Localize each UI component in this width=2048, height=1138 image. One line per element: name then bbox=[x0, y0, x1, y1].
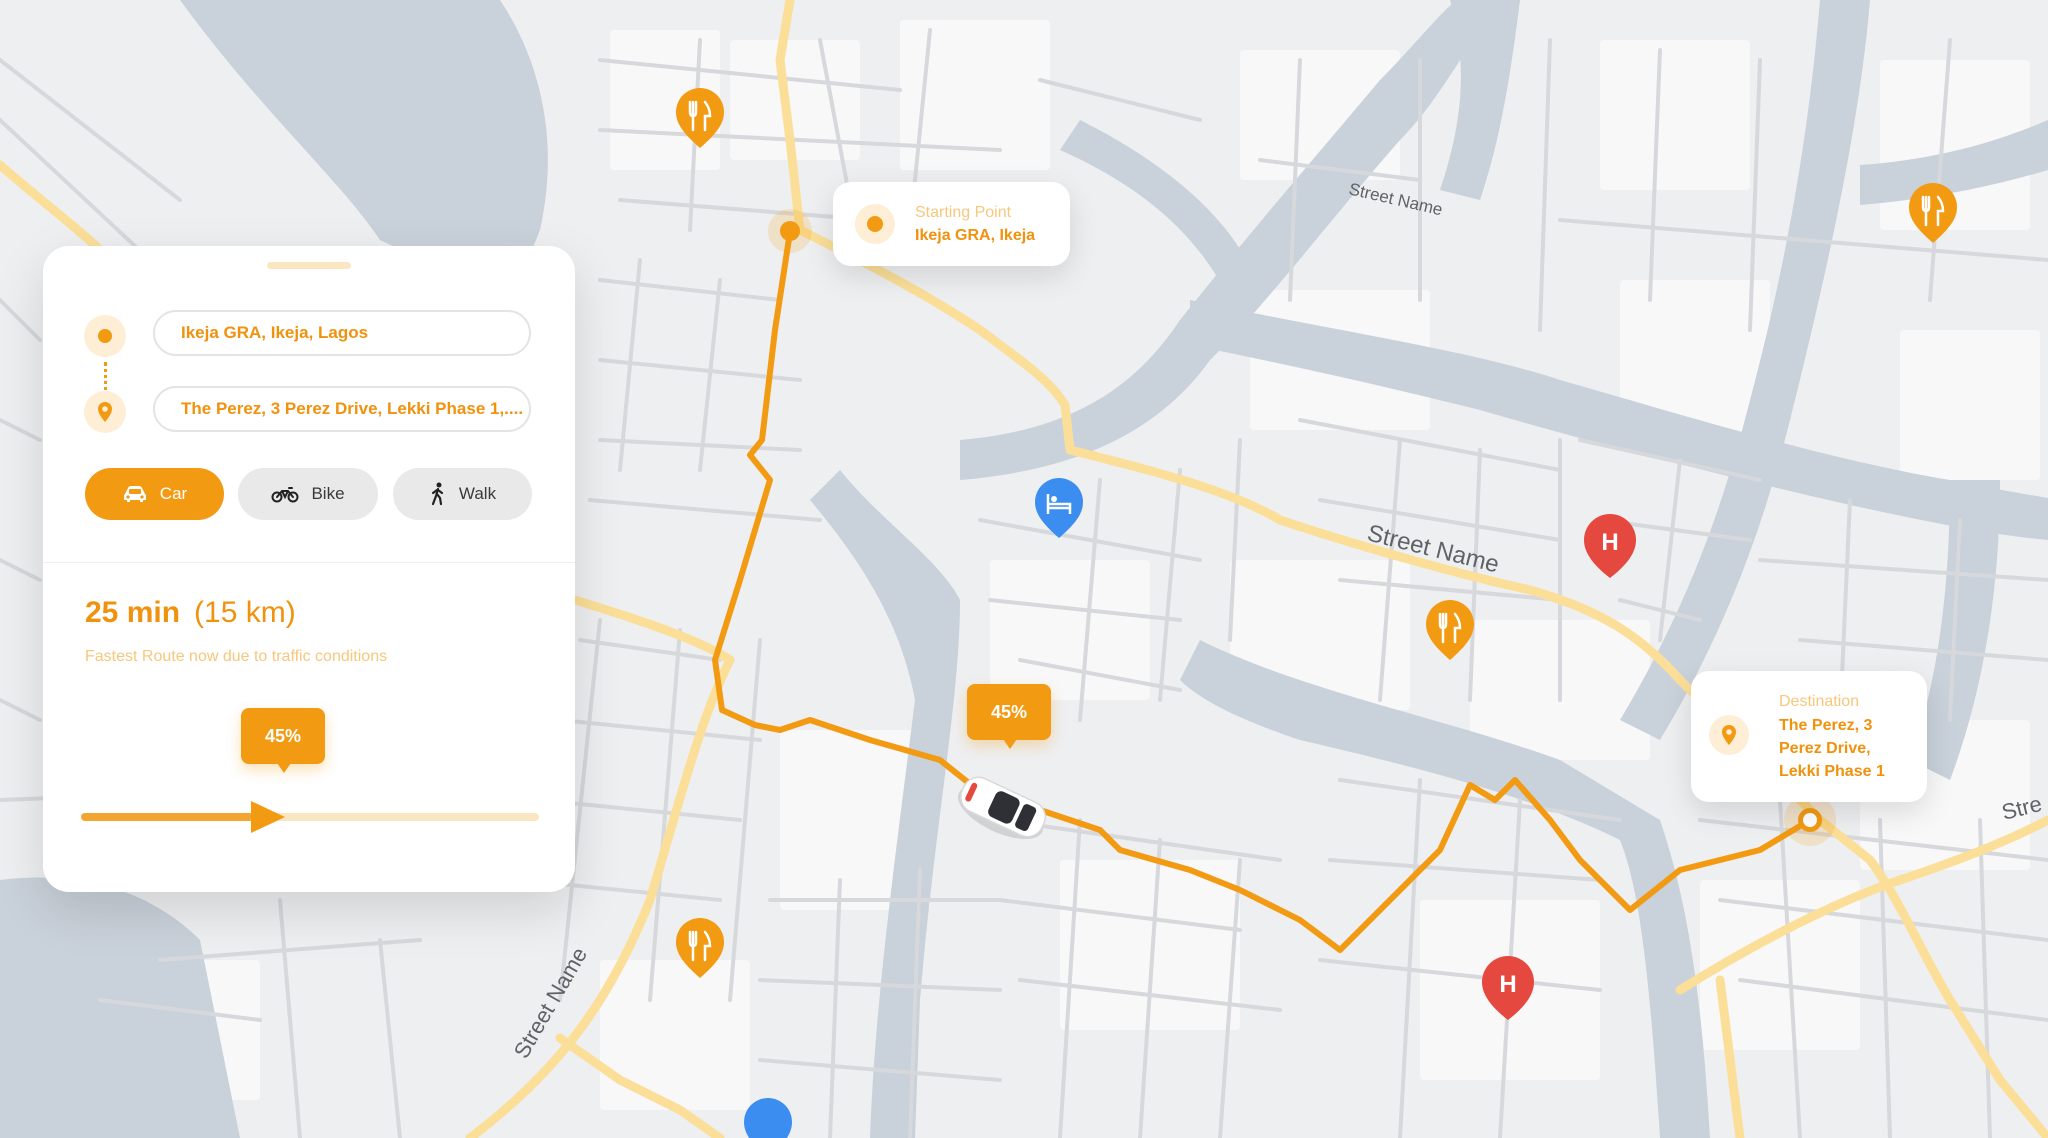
mode-label: Car bbox=[159, 484, 188, 503]
progress-label: 45% bbox=[241, 708, 325, 773]
origin-input[interactable]: Ikeja GRA, Ikeja, Lagos bbox=[153, 310, 531, 356]
starting-point-value: Ikeja GRA, Ikeja bbox=[915, 227, 1036, 244]
progress-fill bbox=[81, 813, 253, 821]
divider bbox=[43, 562, 575, 563]
svg-text:H: H bbox=[1499, 971, 1516, 998]
eta-distance: (15 km) bbox=[194, 596, 296, 629]
destination-value-line: The Perez, 3 bbox=[1779, 717, 1873, 734]
starting-point-callout[interactable]: Starting Point Ikeja GRA, Ikeja bbox=[833, 182, 1070, 266]
destination-input[interactable]: The Perez, 3 Perez Drive, Lekki Phase 1,… bbox=[153, 386, 531, 432]
progress-arrow-icon[interactable] bbox=[251, 801, 285, 833]
mode-bike-button[interactable]: Bike bbox=[238, 468, 378, 520]
car-progress-label: 45% bbox=[967, 684, 1051, 749]
eta-note: Fastest Route now due to traffic conditi… bbox=[85, 648, 388, 665]
start-marker[interactable] bbox=[768, 209, 812, 253]
svg-text:H: H bbox=[1601, 529, 1618, 556]
drag-handle[interactable] bbox=[267, 262, 351, 269]
mode-walk-button[interactable]: Walk bbox=[393, 468, 532, 520]
mode-label: Walk bbox=[458, 484, 497, 503]
eta-summary: 25 min (15 km) bbox=[85, 596, 296, 630]
destination-callout[interactable]: Destination The Perez, 3 Perez Drive, Le… bbox=[1691, 671, 1927, 802]
mode-car-button[interactable]: Car bbox=[85, 468, 224, 520]
car-icon bbox=[123, 486, 146, 502]
walking-person-icon bbox=[431, 482, 444, 506]
destination-value-line: Perez Drive, bbox=[1779, 740, 1871, 757]
map-pin-icon bbox=[1709, 715, 1749, 755]
circle-dot-icon bbox=[84, 315, 126, 357]
route-panel: Ikeja GRA, Ikeja, Lagos The Perez, 3 Per… bbox=[43, 246, 575, 892]
starting-point-label: Starting Point bbox=[915, 204, 1012, 221]
eta-time: 25 min bbox=[85, 596, 181, 629]
motorbike-icon bbox=[271, 487, 299, 503]
mode-label: Bike bbox=[311, 484, 345, 503]
circle-dot-icon bbox=[855, 204, 895, 244]
destination-label: Destination bbox=[1779, 693, 1860, 710]
map-pin-icon bbox=[84, 391, 126, 433]
destination-value-line: Lekki Phase 1 bbox=[1779, 763, 1885, 780]
